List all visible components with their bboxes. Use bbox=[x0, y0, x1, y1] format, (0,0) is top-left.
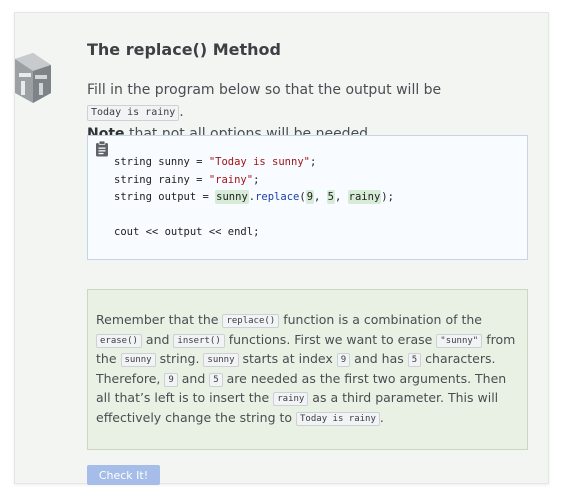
hint-segment: and bbox=[177, 370, 210, 386]
hint-segment: Remember that the bbox=[96, 312, 223, 327]
hint-panel: Remember that the replace() function is … bbox=[87, 289, 528, 450]
hint-segment: and bbox=[141, 331, 174, 347]
code-line-2-prefix: string rainy = bbox=[114, 173, 209, 186]
code-line-1-string: "Today is sunny" bbox=[208, 156, 310, 168]
hint-code: 5 bbox=[407, 353, 422, 368]
code-line-1-end: ; bbox=[309, 156, 317, 168]
check-it-button[interactable]: Check It! bbox=[87, 465, 160, 485]
hint-segment: and has bbox=[350, 351, 408, 367]
code-editor: string sunny = "Today is sunny"; string … bbox=[87, 135, 528, 260]
expected-output-code: Today is rainy bbox=[87, 105, 180, 121]
code-line-4: cout << output << endl; bbox=[114, 226, 260, 238]
hint-code: rainy bbox=[273, 392, 309, 407]
exercise-card: The replace() Method Fill in the program… bbox=[14, 12, 549, 485]
hint-code: 9 bbox=[336, 353, 351, 368]
code-line-2-string: "rainy" bbox=[208, 173, 254, 186]
intro-text: Fill in the program below so that the ou… bbox=[87, 82, 442, 98]
intro-period: . bbox=[179, 104, 184, 120]
hint-segment: functions. First we want to erase bbox=[224, 331, 437, 347]
blank-slot-object[interactable]: sunny bbox=[215, 190, 249, 204]
hint-code: sunny bbox=[203, 353, 239, 368]
blank-slot-index[interactable]: 9 bbox=[305, 190, 315, 204]
code-line-2-end: ; bbox=[253, 173, 260, 186]
hint-code: erase() bbox=[96, 333, 142, 348]
code-open-paren: ( bbox=[299, 191, 306, 203]
codio-logo-icon bbox=[15, 53, 51, 103]
hint-code: insert() bbox=[173, 333, 225, 348]
code-comma-2: , bbox=[335, 191, 348, 203]
hint-code: "sunny" bbox=[436, 333, 483, 348]
blank-slot-replacement[interactable]: rainy bbox=[347, 190, 382, 204]
hint-segment: starts at index bbox=[238, 351, 337, 367]
code-comma-1: , bbox=[314, 191, 327, 203]
hint-segment: function is a combination of the bbox=[279, 312, 482, 327]
hint-code: sunny bbox=[120, 353, 156, 368]
hint-segment: . bbox=[379, 409, 384, 425]
hint-code: 5 bbox=[209, 372, 223, 387]
hint-code: 9 bbox=[164, 372, 178, 387]
code-block: string sunny = "Today is sunny"; string … bbox=[114, 154, 394, 242]
code-method: replace bbox=[255, 191, 300, 203]
code-line-1-prefix: string sunny = bbox=[114, 156, 209, 168]
code-line-3-prefix: string output = bbox=[114, 191, 216, 203]
hint-segment: string. bbox=[155, 351, 204, 367]
clipboard-icon[interactable] bbox=[95, 141, 109, 157]
blank-slot-length[interactable]: 5 bbox=[326, 190, 335, 204]
page-title: The replace() Method bbox=[87, 40, 281, 59]
hint-code: Today is rainy bbox=[296, 411, 380, 426]
code-close: ); bbox=[381, 191, 394, 203]
hint-code: replace() bbox=[222, 314, 280, 328]
hint-text: Remember that the replace() function is … bbox=[96, 310, 521, 428]
